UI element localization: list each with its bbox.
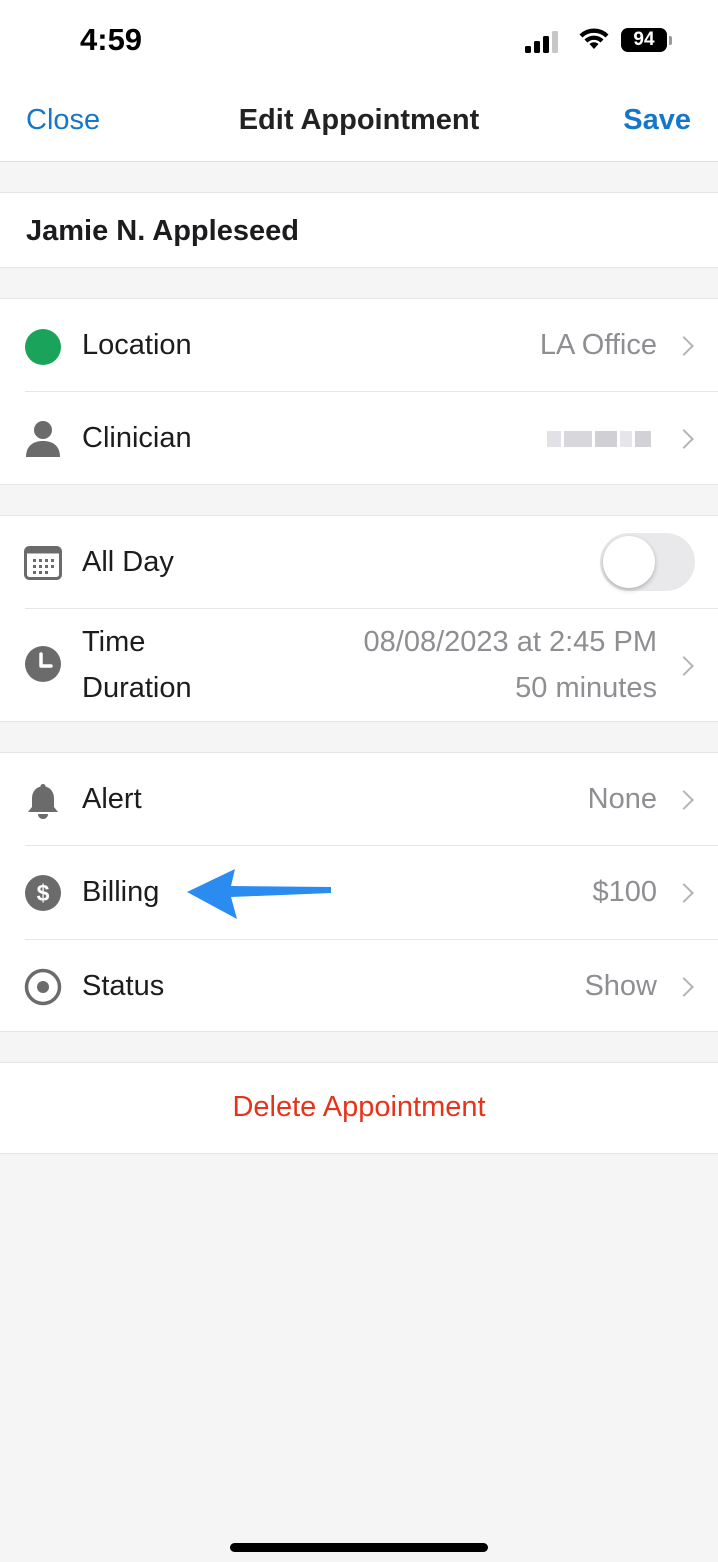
battery-icon: 94 xyxy=(621,28,667,52)
delete-appointment-button[interactable]: Delete Appointment xyxy=(0,1091,718,1124)
billing-row[interactable]: $ Billing $100 xyxy=(0,846,718,939)
alert-value: None xyxy=(587,783,657,815)
clinician-value-redacted xyxy=(547,428,657,450)
location-value: LA Office xyxy=(539,329,657,361)
all-day-label: All Day xyxy=(82,546,174,578)
status-label: Status xyxy=(82,970,165,1002)
all-day-row: All Day xyxy=(0,516,718,609)
bell-icon xyxy=(28,784,58,819)
battery-level: 94 xyxy=(633,29,655,50)
patient-section: Jamie N. Appleseed xyxy=(0,192,718,268)
chevron-right-icon xyxy=(674,336,694,356)
patient-name: Jamie N. Appleseed xyxy=(26,215,299,247)
signal-icon xyxy=(525,31,558,53)
save-button[interactable]: Save xyxy=(623,104,691,137)
location-color-dot-icon xyxy=(25,329,61,365)
duration-value: 50 minutes xyxy=(515,672,657,704)
all-day-toggle[interactable] xyxy=(600,533,695,591)
battery-cap xyxy=(669,36,672,45)
duration-label: Duration xyxy=(82,672,192,704)
chevron-right-icon xyxy=(674,656,694,676)
clinician-label: Clinician xyxy=(82,422,192,454)
chevron-right-icon xyxy=(674,977,694,997)
page-title: Edit Appointment xyxy=(238,104,480,136)
person-icon xyxy=(26,421,60,457)
annotation-arrow-icon xyxy=(187,869,331,919)
calendar-icon xyxy=(24,546,62,580)
location-label: Location xyxy=(82,329,192,361)
toggle-knob xyxy=(603,536,655,588)
time-value: 08/08/2023 at 2:45 PM xyxy=(363,626,657,658)
billing-label: Billing xyxy=(82,876,160,908)
status-row[interactable]: Status Show xyxy=(0,940,718,1033)
status-time: 4:59 xyxy=(80,22,143,57)
time-label: Time xyxy=(82,626,146,658)
clinician-row[interactable]: Clinician xyxy=(0,392,718,485)
status-value: Show xyxy=(584,970,657,1002)
svg-text:$: $ xyxy=(37,880,50,906)
target-icon xyxy=(24,968,62,1006)
chevron-right-icon xyxy=(674,883,694,903)
home-indicator[interactable] xyxy=(230,1543,488,1552)
clock-icon xyxy=(25,646,61,682)
details-section: Alert None $ Billing $100 Status Show xyxy=(0,752,718,1032)
location-clinician-section: Location LA Office Clinician xyxy=(0,298,718,485)
location-row[interactable]: Location LA Office xyxy=(0,299,718,392)
navigation-bar: Close Edit Appointment Save xyxy=(0,82,718,162)
schedule-section: All Day Time Duration 08/08/2023 at 2:45… xyxy=(0,515,718,722)
wifi-icon xyxy=(579,28,609,49)
chevron-right-icon xyxy=(674,429,694,449)
delete-section: Delete Appointment xyxy=(0,1062,718,1154)
time-duration-row[interactable]: Time Duration 08/08/2023 at 2:45 PM 50 m… xyxy=(0,609,718,723)
status-bar: 4:59 94 xyxy=(0,0,718,82)
chevron-right-icon xyxy=(674,790,694,810)
alert-row[interactable]: Alert None xyxy=(0,753,718,846)
dollar-icon: $ xyxy=(25,875,61,911)
billing-value: $100 xyxy=(592,876,657,908)
alert-label: Alert xyxy=(82,783,142,815)
